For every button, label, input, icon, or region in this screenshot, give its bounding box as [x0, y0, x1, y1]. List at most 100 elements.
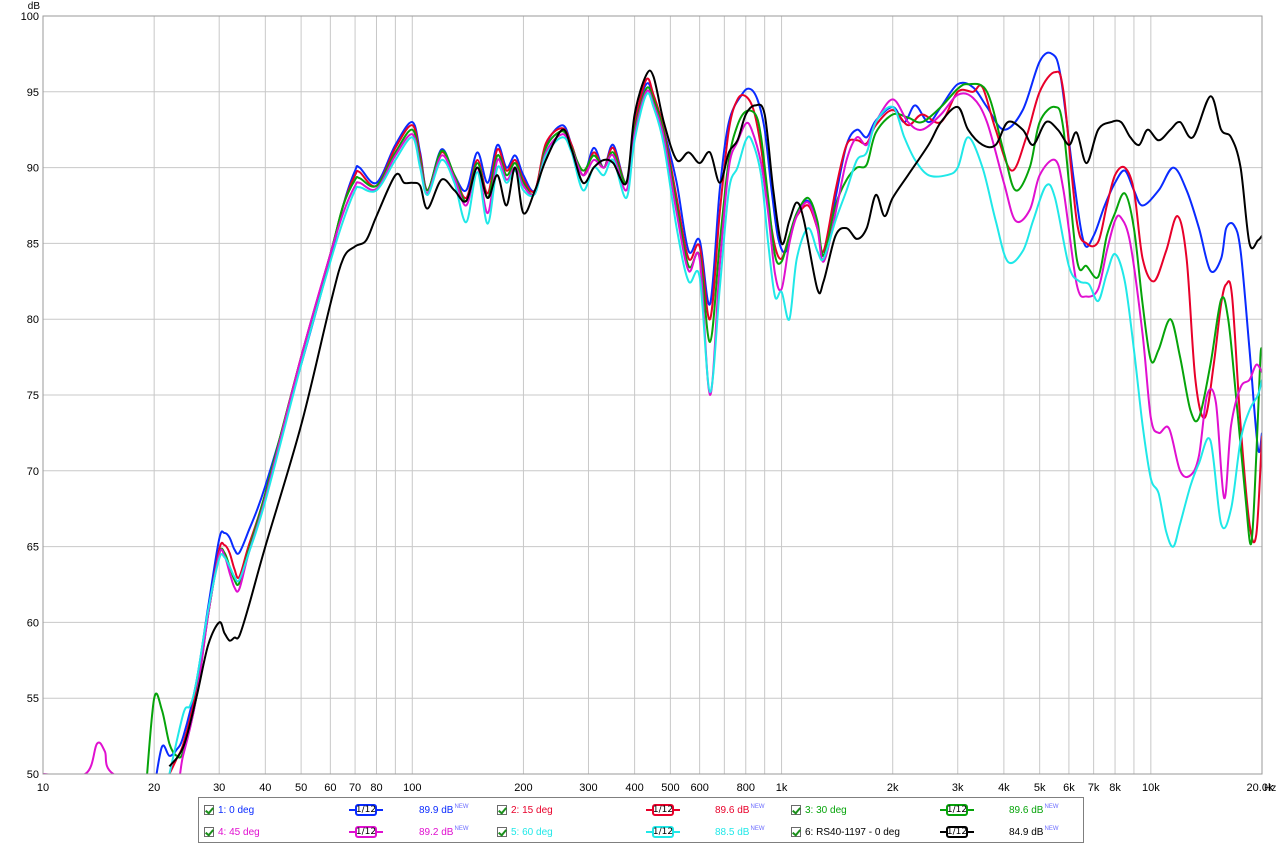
x-tick-label: 20 [148, 782, 160, 794]
y-tick-label: 95 [27, 87, 39, 99]
x-tick-label: 300 [579, 782, 597, 794]
legend-level-value: 89.6 dB [715, 804, 750, 816]
smoothing-label: 1/12 [946, 804, 968, 816]
legend: 1: 0 deg 1/12 89.9 dB NEW 2: 15 deg 1/12 89.6 … [198, 797, 1084, 843]
legend-label: 5: 60 deg [511, 826, 553, 838]
series-line-6 [168, 69, 1262, 768]
x-tick-label: 2k [887, 782, 899, 794]
chart-grid [42, 15, 1263, 775]
legend-level: 89.2 dB NEW [419, 823, 468, 841]
x-tick-label: 7k [1088, 782, 1100, 794]
y-tick-labels: 50 55 60 65 70 75 80 85 90 95 100 [21, 11, 39, 781]
x-tick-label: 30 [213, 782, 225, 794]
legend-line-swatch [377, 809, 383, 811]
legend-checkbox[interactable] [791, 827, 801, 837]
legend-entry: 5: 60 deg [497, 823, 553, 841]
x-tick-label: 10 [37, 782, 49, 794]
series-line-1 [155, 51, 1262, 774]
x-tick-label: 200 [514, 782, 532, 794]
smoothing-button[interactable]: 1/12 [646, 801, 680, 819]
series-line-3 [146, 82, 1262, 774]
x-tick-label: 50 [295, 782, 307, 794]
x-tick-label: 800 [737, 782, 755, 794]
legend-line-swatch [968, 831, 974, 833]
y-tick-label: 80 [27, 314, 39, 326]
x-tick-label: 5k [1034, 782, 1046, 794]
x-tick-label: 1k [776, 782, 788, 794]
legend-entry: 3: 30 deg [791, 801, 847, 819]
legend-checkbox[interactable] [791, 805, 801, 815]
legend-checkbox[interactable] [204, 805, 214, 815]
smoothing-label: 1/12 [652, 826, 674, 838]
legend-label: 2: 15 deg [511, 804, 553, 816]
new-badge: NEW [454, 804, 469, 810]
new-badge: NEW [1044, 826, 1059, 832]
y-tick-label: 50 [27, 769, 39, 781]
smoothing-button[interactable]: 1/12 [940, 801, 974, 819]
legend-line-swatch [674, 809, 680, 811]
x-tick-label: 10k [1142, 782, 1160, 794]
legend-entry: 1: 0 deg [204, 801, 254, 819]
new-badge: NEW [750, 826, 765, 832]
new-badge: NEW [1044, 804, 1059, 810]
smoothing-label: 1/12 [355, 804, 377, 816]
legend-level: 89.6 dB NEW [1009, 801, 1058, 819]
x-tick-label: 20.0k [1247, 782, 1274, 794]
legend-checkbox[interactable] [497, 827, 507, 837]
series-line-4 [43, 89, 1262, 774]
legend-level-value: 89.2 dB [419, 826, 454, 838]
legend-level-value: 84.9 dB [1009, 826, 1044, 838]
x-tick-label: 600 [690, 782, 708, 794]
legend-entry: 2: 15 deg [497, 801, 553, 819]
legend-level-value: 88.5 dB [715, 826, 750, 838]
legend-label: 1: 0 deg [218, 804, 255, 816]
smoothing-label: 1/12 [355, 826, 377, 838]
legend-label: 3: 30 deg [805, 804, 847, 816]
new-badge: NEW [750, 804, 765, 810]
legend-level-value: 89.6 dB [1009, 804, 1044, 816]
y-tick-label: 60 [27, 617, 39, 629]
legend-level: 84.9 dB NEW [1009, 823, 1058, 841]
smoothing-button[interactable]: 1/12 [349, 823, 383, 841]
x-tick-label: 4k [998, 782, 1010, 794]
x-tick-label: 3k [952, 782, 964, 794]
smoothing-button[interactable]: 1/12 [349, 801, 383, 819]
smoothing-label: 1/12 [652, 804, 674, 816]
legend-line-swatch [674, 831, 680, 833]
smoothing-button[interactable]: 1/12 [940, 823, 974, 841]
legend-entry: 6: RS40-1197 - 0 deg [791, 823, 900, 841]
x-tick-label: 8k [1109, 782, 1121, 794]
legend-level: 89.6 dB NEW [715, 801, 764, 819]
x-tick-label: 100 [403, 782, 421, 794]
x-tick-label: 80 [370, 782, 382, 794]
series-line-2 [168, 70, 1262, 774]
series-lines [43, 51, 1262, 774]
y-tick-label: 90 [27, 163, 39, 175]
y-tick-label: 55 [27, 693, 39, 705]
smoothing-label: 1/12 [946, 826, 968, 838]
x-tick-label: 60 [324, 782, 336, 794]
x-tick-labels: 10 20 30 40 50 60 70 80 100 200 300 400 500 600 800 1k 2… [37, 782, 1274, 794]
y-tick-label: 85 [27, 238, 39, 250]
y-tick-label: 75 [27, 390, 39, 402]
legend-level-value: 89.9 dB [419, 804, 454, 816]
x-tick-label: 6k [1063, 782, 1075, 794]
legend-line-swatch [377, 831, 383, 833]
y-tick-label: 65 [27, 542, 39, 554]
series-line-5 [168, 92, 1262, 774]
legend-entry: 4: 45 deg [204, 823, 260, 841]
frequency-response-chart: dB Hz 50556065707580859095100 10 20 30 40 50… [21, 1, 1277, 794]
y-tick-label: 100 [21, 11, 39, 23]
legend-label: 6: RS40-1197 - 0 deg [805, 826, 900, 838]
new-badge: NEW [454, 826, 469, 832]
legend-label: 4: 45 deg [218, 826, 260, 838]
legend-level: 89.9 dB NEW [419, 801, 468, 819]
legend-line-swatch [968, 809, 974, 811]
legend-level: 88.5 dB NEW [715, 823, 764, 841]
legend-checkbox[interactable] [497, 805, 507, 815]
x-tick-label: 400 [625, 782, 643, 794]
x-tick-label: 70 [349, 782, 361, 794]
y-tick-label: 70 [27, 466, 39, 478]
smoothing-button[interactable]: 1/12 [646, 823, 680, 841]
legend-checkbox[interactable] [204, 827, 214, 837]
